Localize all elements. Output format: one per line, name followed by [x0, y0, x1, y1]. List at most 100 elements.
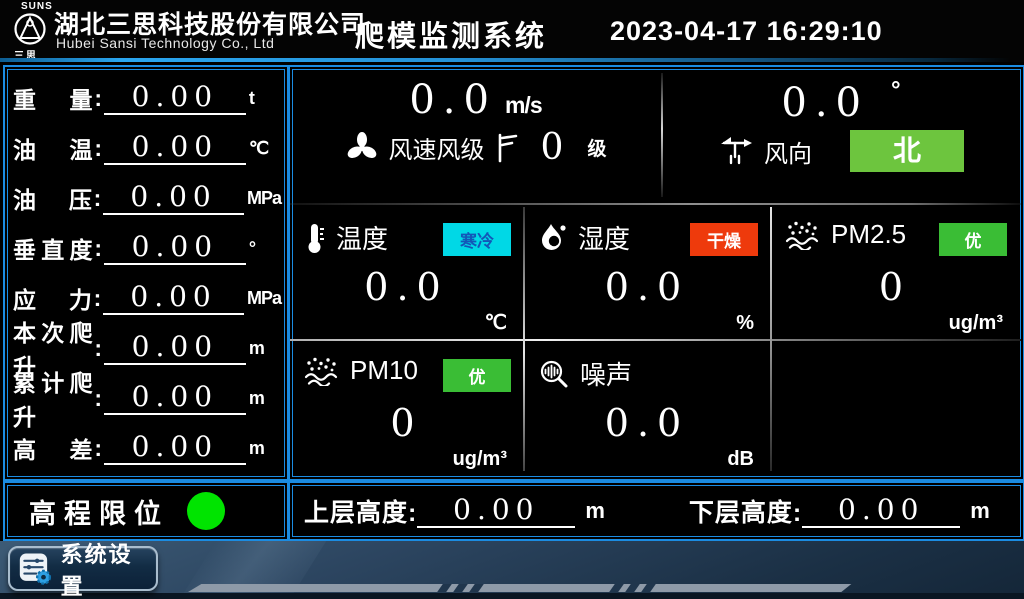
sensor-header: 湿度 [538, 219, 630, 256]
colon: : [92, 185, 103, 212]
sensor-value: 0 [771, 265, 1019, 309]
measurement-unit: ℃ [249, 138, 281, 159]
company-name-en: Hubei Sansi Technology Co., Ltd [56, 35, 274, 51]
measurement-value: 0.00 [103, 181, 244, 215]
measurement-row-total-climb: 累计爬升: 0.00 m [13, 374, 281, 422]
header: SUNS 三思 湖北三思科技股份有限公司 Hubei Sansi Technol… [0, 0, 1024, 62]
sensor-name: 噪声 [580, 355, 632, 392]
wind-level-flag-icon [495, 132, 519, 164]
sensor-name: 湿度 [578, 219, 630, 256]
noise-meter-icon [538, 358, 570, 390]
grid-divider-horizontal-top [290, 203, 1021, 205]
colon: : [93, 335, 104, 362]
measurement-label: 高差 [13, 431, 93, 465]
measurement-label: 累计爬升 [13, 364, 93, 432]
sensor-header: 温度 [304, 219, 388, 256]
lower-height-value: 0.00 [802, 494, 960, 528]
screen: SUNS 三思 湖北三思科技股份有限公司 Hubei Sansi Technol… [0, 0, 1024, 599]
lower-height-unit: m [970, 498, 990, 524]
sensor-unit: ℃ [485, 310, 507, 335]
upper-height-label: 上层高度: [304, 493, 417, 529]
sensor-cell-noise: 噪声 0.0 dB [524, 343, 770, 473]
colon: : [93, 385, 104, 412]
measurement-row-weight: 重量: 0.00 t [13, 74, 281, 122]
measurement-row-verticality: 垂直度: 0.00 ° [13, 224, 281, 272]
measurement-row-oil-temp: 油温: 0.00 ℃ [13, 124, 281, 172]
layer-heights-panel: 上层高度: 0.00 m 下层高度: 0.00 m [288, 481, 1024, 541]
sensor-name: PM2.5 [831, 219, 906, 250]
sensor-cell-pm25: PM2.5 优 0 ug/m³ [771, 207, 1019, 337]
measurement-value: 0.00 [104, 231, 246, 265]
status-badge: 优 [443, 359, 511, 392]
wind-direction-value: 0.0 [781, 80, 869, 126]
datetime: 2023-04-17 16:29:10 [610, 16, 883, 47]
status-badge: 优 [939, 223, 1007, 256]
sensor-header: PM10 [304, 355, 418, 386]
status-badge: 干燥 [690, 223, 758, 256]
environment-panel: 0.0m/s 风速风级 0 级 [288, 65, 1024, 481]
wind-level-unit: 级 [587, 134, 606, 161]
company-logo-icon [12, 11, 48, 47]
status-badge: 寒冷 [443, 223, 511, 256]
dust-icon [785, 220, 821, 250]
sensor-value: 0 [290, 401, 523, 445]
measurement-unit: m [249, 438, 281, 459]
sensor-unit: ug/m³ [453, 448, 507, 471]
measurement-value: 0.00 [104, 431, 246, 465]
thermometer-icon [304, 221, 326, 255]
sensor-unit: % [736, 312, 754, 335]
measurement-label: 油温 [13, 131, 93, 165]
measurements-list: 重量: 0.00 t 油温: 0.00 ℃ 油压: 0.00 MPa 垂直度: … [13, 73, 281, 473]
sensor-name: PM10 [350, 355, 418, 386]
wind-vane-icon [718, 135, 754, 167]
elevation-limit-panel: 高程限位 [3, 481, 289, 541]
measurement-value: 0.00 [104, 331, 246, 365]
sensor-header: PM2.5 [785, 219, 906, 250]
measurement-row-oil-pressure: 油压: 0.00 MPa [13, 174, 281, 222]
upper-height-value: 0.00 [417, 494, 575, 528]
sensor-cell-humidity: 湿度 干燥 0.0 % [524, 207, 770, 337]
measurement-unit: m [249, 338, 281, 359]
grid-divider-horizontal-mid [290, 339, 1021, 341]
measurement-unit: MPa [247, 188, 281, 209]
sensor-value: 0.0 [524, 265, 770, 309]
elevation-limit-status-light [187, 492, 225, 530]
colon: : [93, 435, 104, 462]
taskbar-bottom-strip [0, 593, 1024, 599]
measurement-value: 0.00 [104, 131, 246, 165]
measurement-value: 0.00 [104, 81, 246, 115]
wind-level-value: 0 [541, 127, 564, 168]
colon: : [93, 235, 104, 262]
wind-direction-badge: 北 [850, 130, 964, 172]
elevation-limit: 高程限位 [5, 483, 287, 539]
measurement-label: 垂直度 [13, 231, 93, 265]
colon: : [93, 135, 104, 162]
wind-speed-value: 0.0 [409, 77, 497, 123]
wind-speed-value-line: 0.0m/s [290, 77, 661, 123]
droplet-icon [538, 221, 568, 255]
wind-direction-label: 风向 [764, 134, 812, 169]
measurement-label: 重量 [13, 81, 93, 115]
system-settings-button[interactable]: 系统设置 [8, 546, 158, 591]
sensor-cell-temperature: 温度 寒冷 0.0 ℃ [290, 207, 523, 337]
sensor-value: 0.0 [290, 265, 523, 309]
measurement-value: 0.00 [104, 381, 246, 415]
settings-sliders-gear-icon [18, 550, 53, 588]
sensor-name: 温度 [336, 219, 388, 256]
measurement-unit: MPa [247, 288, 281, 309]
fan-icon [345, 131, 379, 165]
measurement-label: 应力 [13, 281, 92, 315]
wind-direction-unit: ° [891, 77, 901, 104]
measurement-row-height-diff: 高差: 0.00 m [13, 424, 281, 472]
measurement-label: 油压 [13, 181, 92, 215]
taskbar-stripe-band [188, 584, 856, 592]
measurement-unit: m [249, 388, 281, 409]
colon: : [93, 85, 104, 112]
upper-height-unit: m [585, 498, 605, 524]
header-accent-line [0, 58, 1010, 62]
measurement-unit: t [249, 88, 281, 109]
lower-height-label: 下层高度: [689, 493, 802, 529]
wind-speed-label: 风速风级 [389, 130, 485, 165]
colon: : [92, 285, 103, 312]
measurement-unit: ° [249, 238, 281, 259]
